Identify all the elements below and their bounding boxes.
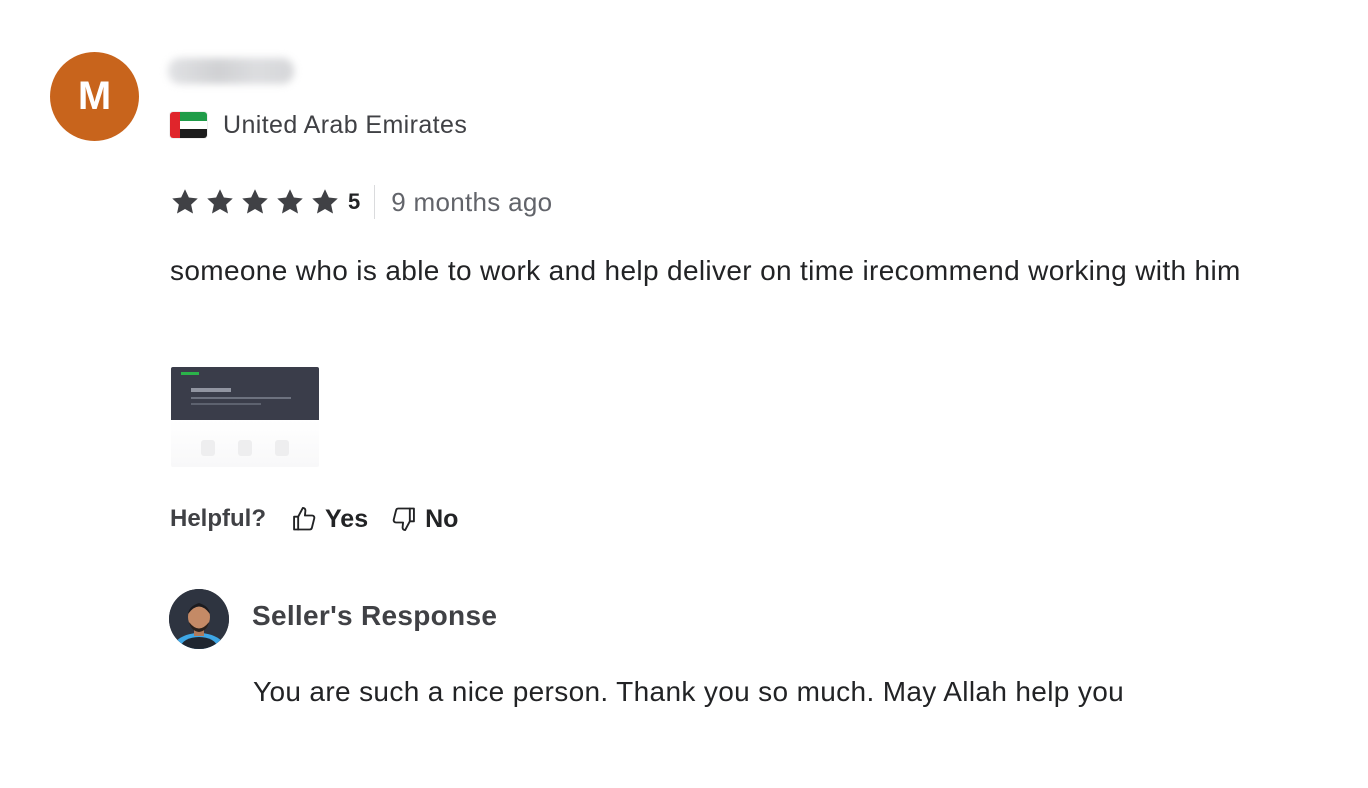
country-name: United Arab Emirates — [223, 110, 468, 139]
divider — [374, 185, 376, 219]
reviewer-avatar[interactable]: M — [50, 52, 139, 141]
avatar-initial: M — [77, 74, 112, 118]
rating-row: 5 9 months ago — [170, 184, 552, 220]
seller-response-title: Seller's Response — [252, 600, 498, 631]
uae-flag-icon — [170, 112, 207, 138]
helpful-label: Helpful? — [170, 505, 266, 532]
star-icon — [242, 189, 268, 214]
thumbs-up-icon — [293, 506, 316, 531]
helpful-no-button[interactable]: No — [390, 505, 458, 534]
seller-avatar[interactable] — [169, 589, 229, 649]
helpful-row: Helpful? Yes No — [170, 500, 480, 538]
yes-label: Yes — [325, 504, 369, 533]
reviewer-username-blurred[interactable] — [168, 58, 294, 84]
helpful-yes-button[interactable]: Yes — [290, 505, 368, 534]
star-rating — [170, 187, 348, 217]
seller-response-text: You are such a nice person. Thank you so… — [253, 676, 1125, 707]
thumbs-down-icon — [392, 507, 415, 532]
no-label: No — [425, 504, 459, 533]
reviewer-country: United Arab Emirates — [170, 110, 467, 140]
seller-photo — [169, 589, 229, 649]
star-icon — [172, 189, 198, 214]
review-attachment-thumbnail[interactable] — [171, 367, 319, 467]
review-card: M United Arab Emirates 5 9 months ago so… — [0, 0, 1368, 788]
rating-score: 5 — [348, 189, 361, 214]
star-icon — [277, 189, 303, 214]
star-icon — [207, 189, 233, 214]
review-text: someone who is able to work and help del… — [170, 255, 1241, 286]
review-time: 9 months ago — [391, 186, 553, 217]
star-icon — [312, 189, 338, 214]
